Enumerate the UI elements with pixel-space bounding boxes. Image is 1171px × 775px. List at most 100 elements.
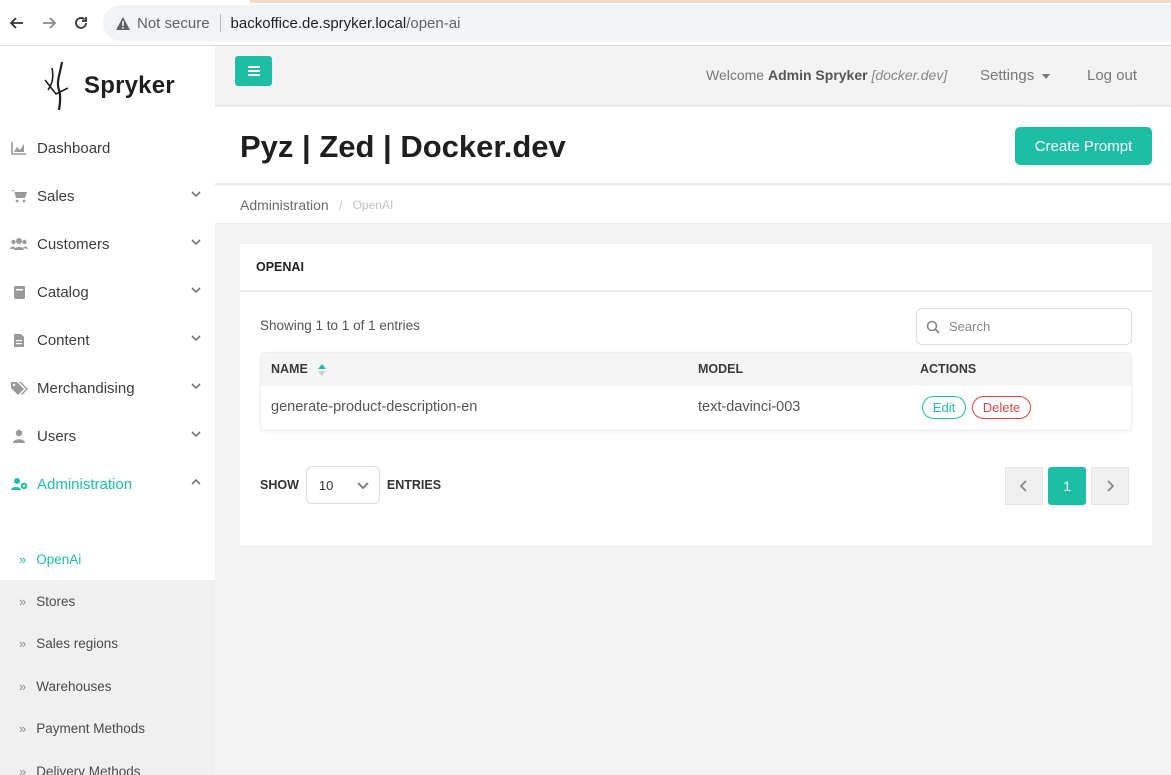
file-icon <box>10 331 28 349</box>
sort-icon <box>318 363 327 376</box>
openai-panel: OPENAI Showing 1 to 1 of 1 entries Searc… <box>240 244 1152 545</box>
warning-icon[interactable] <box>115 15 131 31</box>
user-name: Admin Spryker <box>767 67 868 83</box>
show-label: SHOW <box>260 478 299 492</box>
page-title: Pyz | Zed | Docker.dev <box>240 129 566 164</box>
page-number-button[interactable]: 1 <box>1048 467 1086 505</box>
url-divider <box>219 14 221 32</box>
sidebar-item-label: Sales <box>37 187 75 205</box>
page-size-value: 10 <box>318 477 334 493</box>
chevron-left-icon <box>1020 480 1027 492</box>
sidebar-item-catalog[interactable]: Catalog <box>0 268 215 316</box>
welcome-text: Welcome Admin Spryker [docker.dev] <box>706 67 947 83</box>
spryker-logo[interactable]: Spryker <box>42 60 182 112</box>
create-prompt-button[interactable]: Create Prompt <box>1015 127 1152 165</box>
double-chevron-icon: » <box>19 551 27 567</box>
next-page-button[interactable] <box>1091 467 1129 505</box>
url-host: backoffice.de.spryker.local <box>230 14 407 32</box>
top-header: Welcome Admin Spryker [docker.dev] Setti… <box>215 46 1171 106</box>
breadcrumb: Administration / OpenAI <box>215 186 1171 224</box>
page-size-select[interactable]: 10 <box>305 466 380 504</box>
double-chevron-icon: » <box>19 678 27 694</box>
chevron-down-icon <box>191 287 201 294</box>
sidebar-subitem-openai[interactable]: » OpenAi <box>0 538 215 580</box>
chevron-down-icon <box>191 191 201 198</box>
page-size-control: SHOW 10 ENTRIES <box>260 466 441 504</box>
cart-icon <box>10 187 28 205</box>
settings-dropdown[interactable]: Settings <box>980 67 1051 84</box>
cell-name: generate-product-description-en <box>271 399 478 415</box>
book-icon <box>10 283 28 301</box>
sidebar-item-content[interactable]: Content <box>0 316 215 364</box>
entries-info: Showing 1 to 1 of 1 entries <box>260 318 420 333</box>
sidebar-subitem-label: Delivery Methods <box>36 763 141 775</box>
column-header-model: MODEL <box>698 362 744 376</box>
sidebar-subitem-label: Sales regions <box>36 635 119 651</box>
environment-label: [docker.dev] <box>871 67 948 83</box>
panel-title: OPENAI <box>240 244 1152 292</box>
sidebar-subitem-sales-regions[interactable]: » Sales regions <box>0 622 215 664</box>
entries-label: ENTRIES <box>386 478 442 492</box>
menu-toggle-button[interactable] <box>235 56 272 86</box>
sidebar-subitem-stores[interactable]: » Stores <box>0 580 215 622</box>
breadcrumb-administration[interactable]: Administration <box>240 197 329 213</box>
brand-name: Spryker <box>84 72 175 99</box>
double-chevron-icon: » <box>19 635 27 651</box>
pagination: 1 <box>1005 467 1129 505</box>
sidebar-item-customers[interactable]: Customers <box>0 220 215 268</box>
hamburger-icon <box>247 66 260 76</box>
search-input[interactable]: Search <box>916 308 1132 345</box>
sidebar-item-users[interactable]: Users <box>0 412 215 460</box>
column-header-name[interactable]: NAME <box>271 362 327 377</box>
sidebar-item-administration[interactable]: Administration <box>0 460 215 508</box>
sidebar-subitem-label: OpenAi <box>36 551 82 567</box>
sidebar-item-label: Catalog <box>37 283 89 301</box>
sidebar-subitem-warehouses[interactable]: » Warehouses <box>0 665 215 707</box>
prompts-table: NAME MODEL ACTIONS generate-product-desc… <box>260 352 1132 431</box>
sidebar-item-label: Users <box>37 427 77 445</box>
sidebar-subitem-payment-methods[interactable]: » Payment Methods <box>0 707 215 749</box>
sidebar: Spryker Dashboard Sales Customers Catalo… <box>0 46 215 775</box>
chevron-up-icon <box>191 478 201 485</box>
caret-down-icon <box>1042 73 1051 79</box>
not-secure-label[interactable]: Not secure <box>137 15 210 32</box>
settings-label: Settings <box>980 67 1035 84</box>
chevron-down-icon <box>191 239 201 246</box>
administration-submenu: » OpenAi » Stores » Sales regions » Ware… <box>0 538 215 775</box>
user-icon <box>10 427 28 445</box>
chevron-down-icon <box>191 335 201 342</box>
edit-button[interactable]: Edit <box>922 396 966 419</box>
forward-icon[interactable] <box>38 12 60 34</box>
sidebar-item-label: Merchandising <box>37 379 135 397</box>
tags-icon <box>10 379 28 397</box>
double-chevron-icon: » <box>19 720 27 736</box>
sidebar-item-label: Dashboard <box>37 139 111 157</box>
sidebar-subitem-delivery-methods[interactable]: » Delivery Methods <box>0 750 215 775</box>
table-header: NAME MODEL ACTIONS <box>261 353 1131 386</box>
sidebar-item-sales[interactable]: Sales <box>0 172 215 220</box>
sidebar-item-label: Customers <box>37 235 110 253</box>
double-chevron-icon: » <box>19 763 27 775</box>
page-heading: Pyz | Zed | Docker.dev Create Prompt <box>215 107 1171 185</box>
logout-link[interactable]: Log out <box>1087 67 1137 84</box>
back-icon[interactable] <box>6 12 28 34</box>
sidebar-subitem-label: Payment Methods <box>36 720 146 736</box>
browser-toolbar: Not secure backoffice.de.spryker.local/o… <box>0 0 1171 46</box>
sidebar-item-dashboard[interactable]: Dashboard <box>0 124 215 172</box>
users-icon <box>10 235 28 253</box>
breadcrumb-openai: OpenAI <box>352 197 394 212</box>
column-header-actions: ACTIONS <box>920 362 977 376</box>
chevron-down-icon <box>191 383 201 390</box>
spryker-logo-icon <box>44 61 69 111</box>
address-bar[interactable]: Not secure backoffice.de.spryker.local/o… <box>103 5 1171 41</box>
chevron-down-icon <box>357 482 369 490</box>
reload-icon[interactable] <box>70 12 92 34</box>
table-row: generate-product-description-en text-dav… <box>261 386 1131 430</box>
sidebar-subitem-label: Stores <box>36 593 76 609</box>
delete-button[interactable]: Delete <box>972 396 1031 419</box>
sidebar-item-merchandising[interactable]: Merchandising <box>0 364 215 412</box>
search-placeholder: Search <box>949 319 991 334</box>
welcome-prefix: Welcome <box>706 67 765 83</box>
previous-page-button[interactable] <box>1005 467 1043 505</box>
search-icon <box>925 319 941 335</box>
